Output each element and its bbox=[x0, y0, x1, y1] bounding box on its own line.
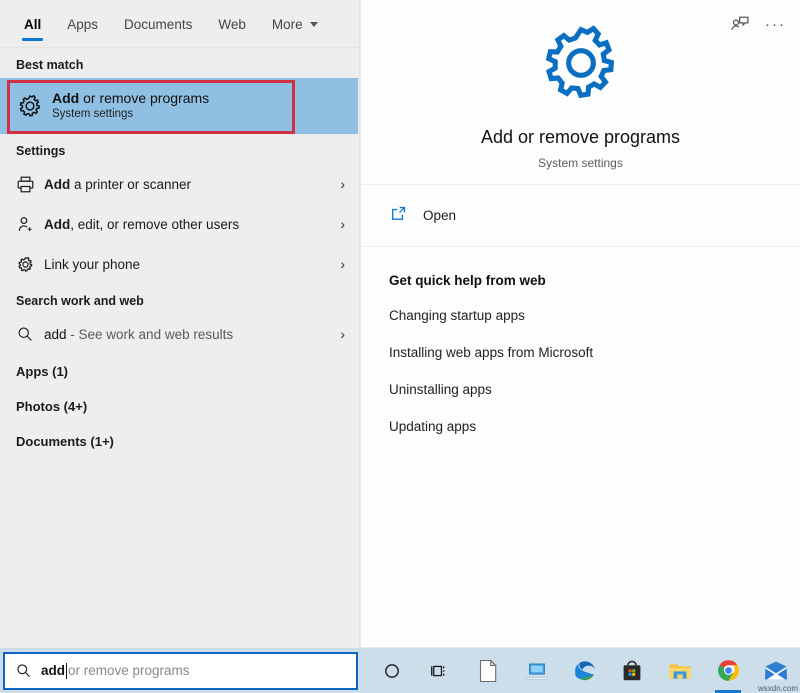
settings-item-users-rest: , edit, or remove other users bbox=[70, 216, 240, 232]
chevron-down-icon bbox=[309, 21, 318, 27]
quick-help-section: Get quick help from web Changing startup… bbox=[361, 247, 800, 434]
settings-item-printer-label: Add a printer or scanner bbox=[44, 177, 331, 192]
tab-apps-label: Apps bbox=[67, 16, 99, 32]
settings-item-printer-rest: a printer or scanner bbox=[70, 176, 192, 192]
task-view-icon[interactable] bbox=[416, 648, 464, 693]
tab-documents-label: Documents bbox=[124, 16, 193, 32]
preview-card: Add or remove programs System settings O… bbox=[360, 0, 800, 648]
settings-item-users-label: Add, edit, or remove other users bbox=[44, 217, 331, 232]
chrome-icon[interactable] bbox=[704, 648, 752, 693]
tab-web-label: Web bbox=[218, 16, 246, 32]
web-search-query: add bbox=[44, 326, 67, 342]
tab-more[interactable]: More bbox=[260, 0, 330, 48]
web-search-result[interactable]: add - See work and web results › bbox=[0, 314, 359, 354]
help-link-changing-startup-apps[interactable]: Changing startup apps bbox=[389, 308, 800, 323]
settings-item-link-phone-rest: Link your phone bbox=[44, 256, 141, 272]
tab-all[interactable]: All bbox=[12, 0, 53, 48]
help-link-uninstalling-apps[interactable]: Uninstalling apps bbox=[389, 382, 800, 397]
edge-icon[interactable] bbox=[560, 648, 608, 693]
watermark: wsxdn.com bbox=[757, 684, 798, 693]
add-user-icon bbox=[16, 215, 44, 234]
settings-item-users[interactable]: Add, edit, or remove other users › bbox=[0, 204, 359, 244]
settings-item-link-phone-label: Link your phone bbox=[44, 257, 331, 272]
results-panel: All Apps Documents Web More Best match A… bbox=[0, 0, 360, 648]
document-icon[interactable] bbox=[464, 648, 512, 693]
web-search-rest: - See work and web results bbox=[66, 326, 234, 342]
category-photos-label: Photos (4+) bbox=[16, 399, 88, 414]
search-typed-value: add bbox=[41, 663, 66, 678]
windows-search-screen: All Apps Documents Web More Best match A… bbox=[0, 0, 800, 693]
tab-all-label: All bbox=[24, 16, 42, 32]
tab-apps[interactable]: Apps bbox=[55, 0, 110, 48]
filter-tabbar: All Apps Documents Web More bbox=[0, 0, 359, 48]
tab-web[interactable]: Web bbox=[206, 0, 258, 48]
chevron-right-icon: › bbox=[340, 216, 345, 232]
chevron-right-icon: › bbox=[340, 326, 345, 342]
microsoft-store-icon[interactable] bbox=[608, 648, 656, 693]
more-options-button[interactable]: ··· bbox=[765, 16, 786, 33]
gear-icon bbox=[538, 20, 624, 111]
quick-help-title: Get quick help from web bbox=[389, 273, 546, 288]
best-match-title-rest: or remove programs bbox=[79, 90, 210, 107]
best-match-result[interactable]: Add or remove programs System settings bbox=[0, 78, 359, 134]
open-button[interactable]: Open bbox=[361, 185, 800, 247]
gear-icon bbox=[16, 255, 44, 274]
best-match-title-bold: Add bbox=[52, 90, 80, 107]
category-apps[interactable]: Apps (1) bbox=[0, 354, 359, 389]
search-suggestion-suffix: or remove programs bbox=[68, 663, 190, 678]
search-input-text: add or remove programs bbox=[41, 662, 190, 679]
search-flyout: All Apps Documents Web More Best match A… bbox=[0, 0, 800, 648]
preview-title: Add or remove programs bbox=[480, 127, 681, 147]
remote-desktop-icon[interactable] bbox=[512, 648, 560, 693]
preview-panel: Add or remove programs System settings O… bbox=[360, 0, 800, 648]
best-match-title: Add or remove programs bbox=[52, 90, 209, 106]
chevron-right-icon: › bbox=[340, 256, 345, 272]
best-match-heading: Best match bbox=[16, 58, 84, 72]
help-link-updating-apps[interactable]: Updating apps bbox=[389, 419, 800, 434]
printer-icon bbox=[16, 175, 44, 194]
feedback-person-icon[interactable] bbox=[729, 13, 751, 35]
cortana-icon[interactable] bbox=[368, 648, 416, 693]
category-apps-label: Apps (1) bbox=[16, 364, 68, 379]
settings-item-printer-bold: Add bbox=[44, 176, 71, 192]
gear-icon bbox=[16, 92, 52, 120]
settings-item-link-phone[interactable]: Link your phone › bbox=[0, 244, 359, 284]
tab-more-label: More bbox=[271, 16, 303, 32]
taskbar-icons bbox=[358, 648, 800, 693]
search-input[interactable]: add or remove programs bbox=[3, 651, 358, 690]
tabbar-divider bbox=[0, 47, 359, 48]
settings-heading: Settings bbox=[16, 144, 66, 158]
file-explorer-icon[interactable] bbox=[656, 648, 704, 693]
category-photos[interactable]: Photos (4+) bbox=[0, 389, 359, 424]
category-documents[interactable]: Documents (1+) bbox=[0, 424, 359, 459]
settings-item-printer[interactable]: Add a printer or scanner › bbox=[0, 164, 359, 204]
category-documents-label: Documents (1+) bbox=[16, 434, 114, 449]
best-match-subtitle: System settings bbox=[52, 108, 134, 121]
preview-subtitle: System settings bbox=[538, 156, 623, 170]
search-icon bbox=[16, 325, 44, 343]
tab-documents[interactable]: Documents bbox=[112, 0, 204, 48]
web-search-heading: Search work and web bbox=[16, 294, 144, 308]
text-cursor bbox=[66, 662, 68, 679]
help-link-installing-web-apps[interactable]: Installing web apps from Microsoft bbox=[389, 345, 800, 360]
open-button-label: Open bbox=[423, 208, 457, 223]
flyout-header-actions: ··· bbox=[729, 0, 786, 48]
taskbar: add or remove programs wsxdn.com bbox=[0, 648, 800, 693]
open-external-icon bbox=[389, 204, 423, 228]
search-icon bbox=[15, 662, 41, 679]
chevron-right-icon: › bbox=[340, 176, 345, 192]
web-search-result-label: add - See work and web results bbox=[44, 327, 331, 342]
settings-item-users-bold: Add bbox=[44, 216, 71, 232]
